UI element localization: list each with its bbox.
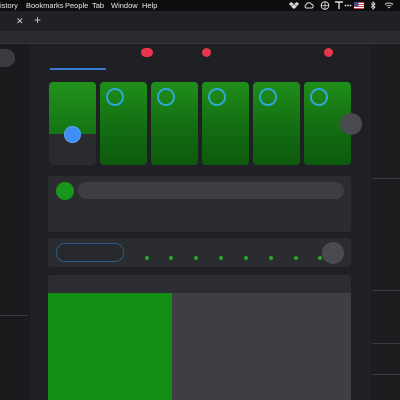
preview-details	[172, 293, 351, 400]
bluetooth-icon[interactable]	[369, 0, 377, 11]
card-selected[interactable]	[49, 82, 96, 165]
avatar[interactable]	[56, 182, 74, 200]
browser-toolbar	[0, 31, 400, 44]
menu-history[interactable]: istory	[0, 0, 18, 11]
text-icon[interactable]	[334, 1, 344, 10]
scroll-right-button[interactable]	[340, 113, 362, 135]
select-circle-icon[interactable]	[259, 88, 277, 106]
carousel-dot[interactable]	[194, 256, 198, 260]
carousel-dot[interactable]	[219, 256, 223, 260]
left-rail	[0, 44, 30, 400]
slider-handle[interactable]	[64, 126, 81, 143]
notification-badge[interactable]	[141, 48, 153, 57]
divider	[372, 343, 400, 344]
carousel-dot[interactable]	[294, 256, 298, 260]
menu-window[interactable]: Window	[111, 0, 138, 11]
divider	[372, 290, 400, 291]
divider	[372, 374, 400, 375]
select-circle-icon[interactable]	[106, 88, 124, 106]
menu-help[interactable]: Help	[142, 0, 157, 11]
outlined-button[interactable]	[56, 243, 124, 262]
notification-dot[interactable]	[202, 48, 211, 57]
dropbox-icon[interactable]	[289, 1, 299, 10]
select-circle-icon[interactable]	[157, 88, 175, 106]
card[interactable]	[202, 82, 249, 165]
divider	[372, 178, 400, 179]
preview-image	[48, 293, 172, 400]
active-tab-indicator	[50, 68, 106, 70]
wifi-icon[interactable]	[384, 1, 394, 10]
carousel-dot[interactable]	[145, 256, 149, 260]
carousel-dot[interactable]	[169, 256, 173, 260]
menu-bar: istory Bookmarks People Tab Window Help	[0, 0, 400, 11]
carousel-dot[interactable]	[269, 256, 273, 260]
card[interactable]	[253, 82, 300, 165]
flag-icon[interactable]	[354, 1, 364, 10]
select-circle-icon[interactable]	[208, 88, 226, 106]
select-circle-icon[interactable]	[310, 88, 328, 106]
preview-panel	[48, 275, 351, 400]
menu-people[interactable]: People	[65, 0, 88, 11]
tab-strip	[0, 11, 400, 31]
text-input[interactable]	[78, 182, 344, 199]
menu-bookmarks[interactable]: Bookmarks	[26, 0, 64, 11]
right-rail	[370, 44, 400, 400]
close-tab-icon[interactable]: ✕	[16, 16, 24, 27]
card[interactable]	[151, 82, 198, 165]
divider	[0, 315, 28, 316]
ellipsis-icon[interactable]	[344, 1, 352, 10]
carousel-next-button[interactable]	[322, 242, 344, 264]
carousel-dot[interactable]	[318, 256, 322, 260]
carousel-dot[interactable]	[244, 256, 248, 260]
menu-tab[interactable]: Tab	[92, 0, 104, 11]
cloud-icon[interactable]	[304, 1, 314, 10]
new-tab-button[interactable]: +	[34, 13, 41, 27]
globe-icon[interactable]	[320, 1, 330, 10]
notification-dot[interactable]	[324, 48, 333, 57]
card[interactable]	[100, 82, 147, 165]
